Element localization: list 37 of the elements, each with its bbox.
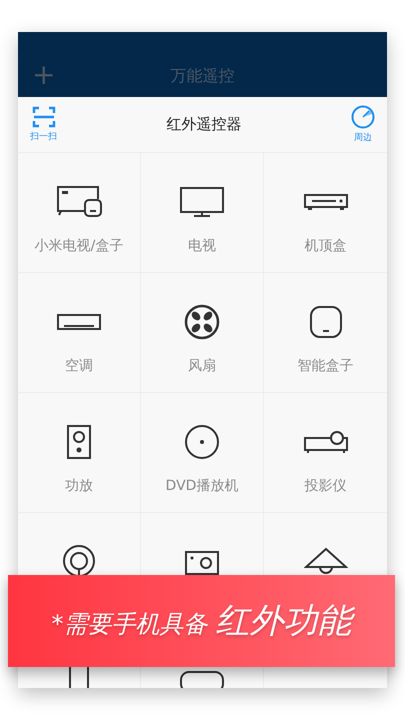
device-label: DVD播放机 [166, 477, 238, 495]
projector-icon [302, 428, 348, 456]
device-label: 投影仪 [304, 477, 346, 495]
device-tile[interactable]: 风扇 [141, 273, 264, 393]
nearby-button[interactable]: 周边 [351, 105, 375, 144]
device-label: 风扇 [188, 357, 216, 375]
add-button[interactable]: + [32, 61, 56, 89]
scan-button[interactable]: 扫一扫 [30, 106, 57, 143]
smart-box-icon [308, 304, 344, 340]
device-label: 电视 [188, 237, 216, 255]
air-conditioner-icon [56, 312, 102, 332]
device-label: 功放 [65, 477, 93, 495]
tv-icon [179, 186, 225, 218]
set-top-box-icon [302, 192, 348, 212]
app-title: 万能遥控 [170, 66, 234, 87]
device-tile[interactable]: 机顶盒 [264, 153, 387, 273]
device-tile[interactable]: 功放 [18, 393, 141, 513]
device-tile[interactable]: 空调 [18, 273, 141, 393]
device-label: 小米电视/盒子 [34, 237, 124, 255]
device-tile[interactable]: 智能盒子 [264, 273, 387, 393]
tv-with-box-icon [55, 185, 103, 219]
device-tile[interactable]: 电视 [141, 153, 264, 273]
rounded-device-icon [179, 670, 225, 688]
disc-icon [183, 423, 221, 461]
fan-icon [183, 303, 221, 341]
scan-icon [32, 106, 56, 128]
radar-icon [351, 105, 375, 129]
device-tile[interactable]: DVD播放机 [141, 393, 264, 513]
page-title: 红外遥控器 [166, 115, 242, 134]
camera-icon [184, 548, 220, 576]
device-tile[interactable]: 小米电视/盒子 [18, 153, 141, 273]
device-label: 空调 [65, 357, 93, 375]
device-label: 智能盒子 [298, 357, 354, 375]
speaker-icon [65, 423, 93, 461]
lamp-icon [304, 547, 348, 577]
device-tile[interactable]: 投影仪 [264, 393, 387, 513]
device-label: 机顶盒 [304, 237, 346, 255]
